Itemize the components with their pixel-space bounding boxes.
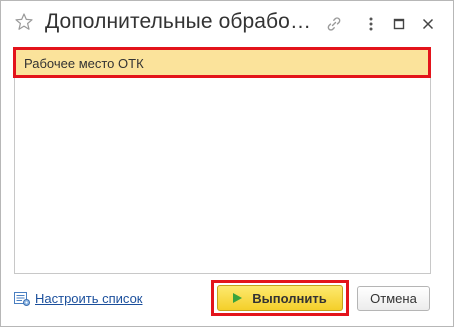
window-title: Дополнительные обрабо… xyxy=(45,10,312,33)
star-icon[interactable] xyxy=(13,11,35,33)
processing-list[interactable]: Рабочее место ОТК xyxy=(14,48,431,274)
play-icon xyxy=(233,293,243,303)
list-item-label: Рабочее место ОТК xyxy=(24,56,144,71)
configure-list-label[interactable]: Настроить список xyxy=(35,291,143,306)
title-bar: Дополнительные обрабо… xyxy=(1,1,453,45)
maximize-icon[interactable] xyxy=(388,13,410,35)
list-item[interactable]: Рабочее место ОТК xyxy=(16,50,429,77)
close-icon[interactable] xyxy=(417,13,439,35)
more-vertical-icon[interactable] xyxy=(360,13,382,35)
dialog-window: Дополнительные обрабо… Рабочее место ОТК… xyxy=(0,0,454,327)
list-settings-icon xyxy=(14,291,30,306)
configure-list-link[interactable]: Настроить список xyxy=(14,291,143,306)
cancel-button-label: Отмена xyxy=(370,291,417,306)
link-icon[interactable] xyxy=(323,13,345,35)
cancel-button[interactable]: Отмена xyxy=(357,286,430,311)
execute-button-label: Выполнить xyxy=(252,290,327,306)
execute-button[interactable]: Выполнить xyxy=(217,285,343,311)
